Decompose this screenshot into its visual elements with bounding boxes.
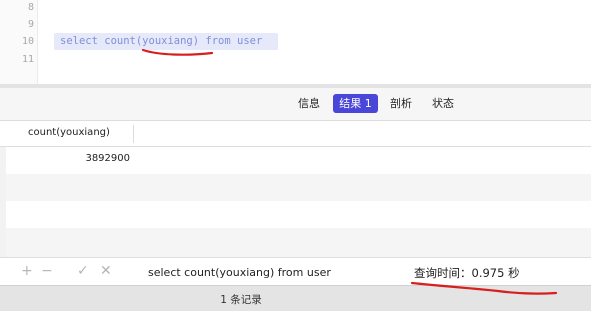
tab-info[interactable]: 信息	[292, 94, 326, 113]
tab-result-1[interactable]: 结果 1	[333, 94, 378, 113]
line-number: 11	[21, 54, 34, 65]
footer-bar: 1 条记录	[0, 285, 591, 311]
line-number-gutter: 8 9 10 11	[0, 0, 38, 84]
result-tab-bar: 信息 结果 1 剖析 状态	[0, 88, 591, 120]
plus-icon[interactable]: +	[21, 263, 33, 279]
result-grid[interactable]: count(youxiang) 3892900	[0, 120, 591, 257]
table-row[interactable]: 3892900	[6, 147, 591, 174]
empty-row	[6, 201, 591, 228]
tab-status[interactable]: 状态	[426, 94, 460, 113]
check-icon[interactable]: ✓	[77, 263, 89, 279]
empty-row	[6, 228, 591, 257]
column-divider[interactable]	[133, 125, 134, 143]
line-number: 8	[27, 2, 34, 13]
table-cell[interactable]: 3892900	[6, 153, 130, 164]
line-number: 10	[21, 36, 34, 47]
empty-row	[6, 174, 591, 201]
executed-query-text: select count(youxiang) from user	[148, 266, 331, 279]
close-icon[interactable]: ✕	[100, 263, 112, 279]
record-count: 1 条记录	[220, 294, 262, 306]
grid-header: count(youxiang)	[0, 120, 591, 147]
column-header-count-youxiang[interactable]: count(youxiang)	[28, 127, 110, 138]
sql-editor[interactable]: 8 9 10 11 select count(youxiang) from us…	[0, 0, 591, 84]
query-time: 查询时间：0.975 秒	[414, 266, 520, 280]
line-number: 9	[27, 19, 34, 30]
minus-icon[interactable]: −	[41, 263, 53, 279]
status-bar: + − ✓ ✕ select count(youxiang) from user…	[0, 257, 591, 285]
tab-profile[interactable]: 剖析	[384, 94, 418, 113]
sql-code-line[interactable]: select count(youxiang) from user	[60, 35, 262, 47]
